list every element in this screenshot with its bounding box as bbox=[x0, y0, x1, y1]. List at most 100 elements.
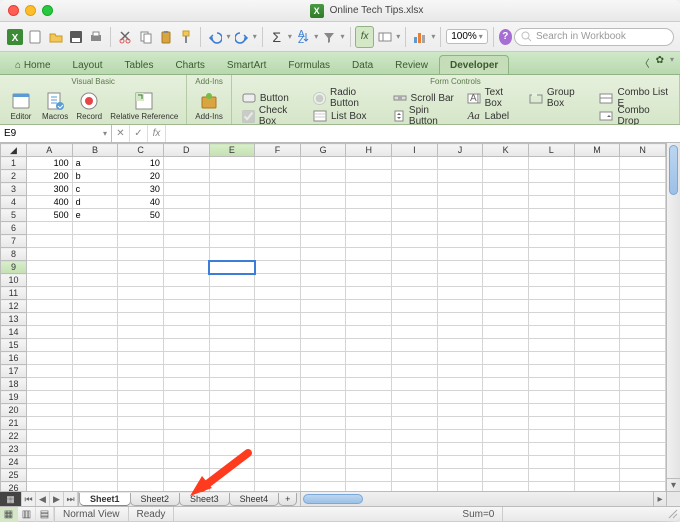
col-header-K[interactable]: K bbox=[483, 144, 529, 157]
cell-J11[interactable] bbox=[437, 287, 483, 300]
cell-K22[interactable] bbox=[483, 430, 529, 443]
cell-N10[interactable] bbox=[620, 274, 666, 287]
cell-M20[interactable] bbox=[574, 404, 620, 417]
cell-N21[interactable] bbox=[620, 417, 666, 430]
cell-G1[interactable] bbox=[300, 157, 346, 170]
cell-L3[interactable] bbox=[528, 183, 574, 196]
cell-M10[interactable] bbox=[574, 274, 620, 287]
cell-A1[interactable]: 100 bbox=[26, 157, 72, 170]
cell-H8[interactable] bbox=[346, 248, 392, 261]
cell-G15[interactable] bbox=[300, 339, 346, 352]
cell-G5[interactable] bbox=[300, 209, 346, 222]
cell-E4[interactable] bbox=[209, 196, 255, 209]
cell-M4[interactable] bbox=[574, 196, 620, 209]
cell-A10[interactable] bbox=[26, 274, 72, 287]
row-header-3[interactable]: 3 bbox=[1, 183, 27, 196]
fc-groupbox[interactable]: Group Box bbox=[529, 89, 588, 107]
cell-E9[interactable] bbox=[209, 261, 255, 274]
cell-L21[interactable] bbox=[528, 417, 574, 430]
cell-N7[interactable] bbox=[620, 235, 666, 248]
cell-N16[interactable] bbox=[620, 352, 666, 365]
row-header-7[interactable]: 7 bbox=[1, 235, 27, 248]
cell-D26[interactable] bbox=[163, 482, 209, 492]
cell-D11[interactable] bbox=[163, 287, 209, 300]
cell-I8[interactable] bbox=[392, 248, 438, 261]
cell-M17[interactable] bbox=[574, 365, 620, 378]
cell-D4[interactable] bbox=[163, 196, 209, 209]
cell-L16[interactable] bbox=[528, 352, 574, 365]
cell-C1[interactable]: 10 bbox=[118, 157, 164, 170]
cell-C7[interactable] bbox=[118, 235, 164, 248]
cell-I19[interactable] bbox=[392, 391, 438, 404]
cell-H21[interactable] bbox=[346, 417, 392, 430]
cell-F18[interactable] bbox=[255, 378, 301, 391]
cell-K20[interactable] bbox=[483, 404, 529, 417]
cell-J9[interactable] bbox=[437, 261, 483, 274]
cell-M26[interactable] bbox=[574, 482, 620, 492]
cell-B17[interactable] bbox=[72, 365, 118, 378]
cell-D9[interactable] bbox=[163, 261, 209, 274]
cell-N11[interactable] bbox=[620, 287, 666, 300]
cell-F4[interactable] bbox=[255, 196, 301, 209]
cell-H23[interactable] bbox=[346, 443, 392, 456]
cell-L2[interactable] bbox=[528, 170, 574, 183]
cell-J5[interactable] bbox=[437, 209, 483, 222]
cell-N26[interactable] bbox=[620, 482, 666, 492]
cell-F19[interactable] bbox=[255, 391, 301, 404]
ribbon-tab-smartart[interactable]: SmartArt bbox=[216, 55, 277, 74]
ribbon-tab-layout[interactable]: Layout bbox=[62, 55, 114, 74]
col-header-I[interactable]: I bbox=[392, 144, 438, 157]
cell-N20[interactable] bbox=[620, 404, 666, 417]
cell-D16[interactable] bbox=[163, 352, 209, 365]
cell-B14[interactable] bbox=[72, 326, 118, 339]
sheet-tab-sheet2[interactable]: Sheet2 bbox=[130, 493, 181, 506]
ribbon-tab-home[interactable]: Home bbox=[4, 55, 62, 74]
cell-D10[interactable] bbox=[163, 274, 209, 287]
cell-H10[interactable] bbox=[346, 274, 392, 287]
cell-A3[interactable]: 300 bbox=[26, 183, 72, 196]
cell-D25[interactable] bbox=[163, 469, 209, 482]
cell-B12[interactable] bbox=[72, 300, 118, 313]
cell-J13[interactable] bbox=[437, 313, 483, 326]
cell-G17[interactable] bbox=[300, 365, 346, 378]
cell-D17[interactable] bbox=[163, 365, 209, 378]
cell-E1[interactable] bbox=[209, 157, 255, 170]
row-header-12[interactable]: 12 bbox=[1, 300, 27, 313]
cell-B9[interactable] bbox=[72, 261, 118, 274]
cell-G26[interactable] bbox=[300, 482, 346, 492]
cell-M22[interactable] bbox=[574, 430, 620, 443]
row-header-23[interactable]: 23 bbox=[1, 443, 27, 456]
qat-open-icon[interactable] bbox=[47, 26, 65, 48]
cell-L1[interactable] bbox=[528, 157, 574, 170]
cell-I10[interactable] bbox=[392, 274, 438, 287]
cell-D1[interactable] bbox=[163, 157, 209, 170]
cell-C25[interactable] bbox=[118, 469, 164, 482]
cell-F23[interactable] bbox=[255, 443, 301, 456]
row-header-5[interactable]: 5 bbox=[1, 209, 27, 222]
cell-M13[interactable] bbox=[574, 313, 620, 326]
cell-M11[interactable] bbox=[574, 287, 620, 300]
cell-N18[interactable] bbox=[620, 378, 666, 391]
cell-N23[interactable] bbox=[620, 443, 666, 456]
cell-J18[interactable] bbox=[437, 378, 483, 391]
row-header-17[interactable]: 17 bbox=[1, 365, 27, 378]
cell-G16[interactable] bbox=[300, 352, 346, 365]
sheet-nav-first-icon[interactable]: ⏮ bbox=[22, 492, 36, 506]
ribbon-collapse-toggle[interactable]: 〈 bbox=[640, 55, 650, 70]
cell-H5[interactable] bbox=[346, 209, 392, 222]
cell-J2[interactable] bbox=[437, 170, 483, 183]
cell-C22[interactable] bbox=[118, 430, 164, 443]
cell-L5[interactable] bbox=[528, 209, 574, 222]
cell-I3[interactable] bbox=[392, 183, 438, 196]
cell-M3[interactable] bbox=[574, 183, 620, 196]
cell-D15[interactable] bbox=[163, 339, 209, 352]
close-window-button[interactable] bbox=[8, 5, 19, 16]
cell-J10[interactable] bbox=[437, 274, 483, 287]
col-header-F[interactable]: F bbox=[255, 144, 301, 157]
cell-F9[interactable] bbox=[255, 261, 301, 274]
cell-H17[interactable] bbox=[346, 365, 392, 378]
cell-E7[interactable] bbox=[209, 235, 255, 248]
cell-E25[interactable] bbox=[209, 469, 255, 482]
cell-C12[interactable] bbox=[118, 300, 164, 313]
vertical-scrollbar[interactable]: ▾ bbox=[666, 143, 680, 491]
